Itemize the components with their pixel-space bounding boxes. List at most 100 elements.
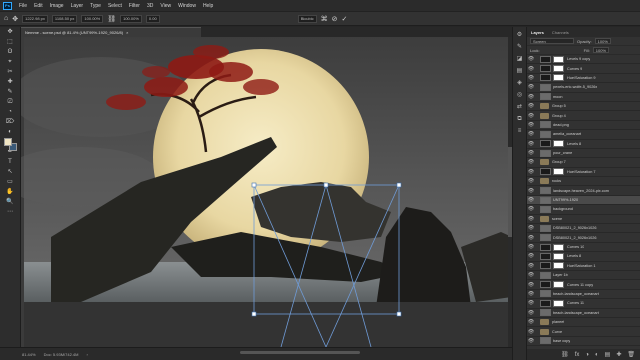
layer-mask-thumbnail[interactable] xyxy=(553,299,564,307)
layer-row[interactable]: 👁 amelia_oceanart xyxy=(527,130,640,140)
layer-mask-thumbnail[interactable] xyxy=(553,55,564,63)
visibility-eye-icon[interactable]: 👁 xyxy=(527,169,535,175)
type-tool-icon[interactable]: T xyxy=(5,158,16,167)
layer-row[interactable]: 👁 Curves 9 xyxy=(527,64,640,74)
menu-select[interactable]: Select xyxy=(108,3,122,9)
status-menu-arrow[interactable]: › xyxy=(86,352,87,357)
delete-layer-icon[interactable]: 🗑 xyxy=(627,351,635,358)
new-group-icon[interactable]: ▤ xyxy=(605,351,611,358)
layer-row[interactable]: 👁 moon xyxy=(527,93,640,102)
menu-edit[interactable]: Edit xyxy=(34,3,43,9)
stamp-tool-icon[interactable]: ⎚ xyxy=(5,98,16,107)
move-tool-icon[interactable]: ✥ xyxy=(5,28,16,37)
y-position-field[interactable]: 1108.50 px xyxy=(51,14,78,23)
layer-row[interactable]: 👁 background xyxy=(527,205,640,215)
brush-tool-icon[interactable]: ✎ xyxy=(5,88,16,97)
color-icon[interactable]: ◎ xyxy=(516,92,524,99)
close-tab-icon[interactable]: × xyxy=(126,30,128,35)
visibility-eye-icon[interactable]: 👁 xyxy=(527,263,535,269)
visibility-eye-icon[interactable]: 👁 xyxy=(527,282,535,288)
layer-row[interactable]: 👁 DSB80021_2_9026x1026 xyxy=(527,224,640,234)
paths-icon[interactable]: ⇄ xyxy=(516,104,524,111)
menu-type[interactable]: Type xyxy=(90,3,101,9)
layer-row[interactable]: 👁 UNT99%-1920 xyxy=(527,195,640,206)
visibility-eye-icon[interactable]: 👁 xyxy=(527,225,535,231)
visibility-eye-icon[interactable]: 👁 xyxy=(527,310,535,316)
warp-icon[interactable]: ⌘ xyxy=(321,15,328,23)
menu-window[interactable]: Window xyxy=(178,3,196,9)
visibility-eye-icon[interactable]: 👁 xyxy=(527,113,535,119)
commit-transform-icon[interactable]: ✓ xyxy=(341,15,347,23)
height-field[interactable]: 100.00% xyxy=(120,14,142,23)
visibility-eye-icon[interactable]: 👁 xyxy=(527,253,535,259)
add-mask-icon[interactable]: ◑ xyxy=(585,352,589,358)
visibility-eye-icon[interactable]: 👁 xyxy=(527,141,535,147)
layer-mask-thumbnail[interactable] xyxy=(553,243,564,251)
menu-file[interactable]: File xyxy=(19,3,27,9)
visibility-eye-icon[interactable]: 👁 xyxy=(527,56,535,62)
menu-layer[interactable]: Layer xyxy=(71,3,84,9)
layer-row[interactable]: 👁 Layer 1b xyxy=(527,271,640,281)
layer-row[interactable]: 👁 base copy xyxy=(527,337,640,347)
visibility-eye-icon[interactable]: 👁 xyxy=(527,66,535,72)
layer-row[interactable]: 👁 planeet xyxy=(527,318,640,328)
angle-field[interactable]: 0.00 xyxy=(145,14,160,23)
hand-tool-icon[interactable]: ✋ xyxy=(5,188,16,197)
visibility-eye-icon[interactable]: 👁 xyxy=(527,122,535,128)
home-icon[interactable]: ⌂ xyxy=(4,15,8,22)
layer-mask-thumbnail[interactable] xyxy=(553,281,564,289)
visibility-eye-icon[interactable]: 👁 xyxy=(527,150,535,156)
layer-row[interactable]: 👁 beach-landscape_oceanart xyxy=(527,290,640,300)
opacity-field[interactable]: 100% xyxy=(594,38,611,44)
layer-row[interactable]: 👁 Curves 10 xyxy=(527,243,640,253)
layer-row[interactable]: 👁 Group 7 xyxy=(527,158,640,168)
layer-style-icon[interactable]: fx xyxy=(575,352,580,358)
visibility-eye-icon[interactable]: 👁 xyxy=(527,197,535,203)
interpolation-select[interactable]: Bicubic xyxy=(297,14,317,23)
zoom-readout[interactable]: 81.44% xyxy=(22,352,36,357)
width-field[interactable]: 100.00% xyxy=(81,14,104,23)
brush-settings-icon[interactable]: ✎ xyxy=(516,44,524,51)
menu-filter[interactable]: Filter xyxy=(129,3,140,9)
layer-row[interactable]: 👁 beach-landscape_oceanart xyxy=(527,309,640,318)
visibility-eye-icon[interactable]: 👁 xyxy=(527,338,535,344)
visibility-eye-icon[interactable]: 👁 xyxy=(527,216,535,222)
photoshop-logo[interactable]: Ps xyxy=(3,1,12,10)
layer-row[interactable]: 👁 Levels 8 xyxy=(527,140,640,149)
properties-icon[interactable]: ⚙ xyxy=(516,32,524,39)
layer-row[interactable]: 👁 dead.png xyxy=(527,121,640,131)
layer-mask-thumbnail[interactable] xyxy=(553,252,564,260)
layer-mask-thumbnail[interactable] xyxy=(553,74,564,82)
menu-3d[interactable]: 3D xyxy=(147,3,153,9)
canvas-horizontal-scrollbar[interactable] xyxy=(240,351,360,354)
eyedropper-tool-icon[interactable]: ✚ xyxy=(5,78,16,87)
move-tool-icon[interactable]: ✥ xyxy=(12,15,18,23)
layer-mask-thumbnail[interactable] xyxy=(553,65,564,73)
quick-select-tool-icon[interactable]: ⌖ xyxy=(5,58,16,67)
blend-mode-select[interactable]: Screen xyxy=(530,38,574,44)
link-icon[interactable]: ⛓ xyxy=(107,15,116,23)
layer-row[interactable]: 👁 landscape-heaven_2024-pix.com xyxy=(527,186,640,196)
lasso-tool-icon[interactable]: ʘ xyxy=(5,48,16,57)
actions-icon[interactable]: ≡ xyxy=(516,128,524,135)
layer-row[interactable]: 👁 rocks xyxy=(527,177,640,187)
swatches-icon[interactable]: ◈ xyxy=(516,80,524,87)
layer-row[interactable]: 👁 Group 4 xyxy=(527,111,640,121)
layer-mask-thumbnail[interactable] xyxy=(553,262,564,270)
tab-layers[interactable]: Layers xyxy=(531,30,544,35)
visibility-eye-icon[interactable]: 👁 xyxy=(527,188,535,194)
visibility-eye-icon[interactable]: 👁 xyxy=(527,319,535,325)
zoom-tool-icon[interactable]: 🔍 xyxy=(5,198,16,207)
layer-row[interactable]: 👁 Group 5 xyxy=(527,102,640,112)
layer-row[interactable]: 👁 Hue/Saturation 1 xyxy=(527,262,640,271)
layer-mask-thumbnail[interactable] xyxy=(553,140,564,148)
gradient-tool-icon[interactable]: ◐ xyxy=(5,128,16,137)
menu-image[interactable]: Image xyxy=(50,3,64,9)
marquee-tool-icon[interactable]: ⬚ xyxy=(5,38,16,47)
menu-help[interactable]: Help xyxy=(203,3,213,9)
layer-row[interactable]: 👁 pour_crane xyxy=(527,149,640,159)
visibility-eye-icon[interactable]: 👁 xyxy=(527,300,535,306)
layer-row[interactable]: 👁 Levels 9 copy xyxy=(527,55,640,65)
visibility-eye-icon[interactable]: 👁 xyxy=(527,206,535,212)
fill-field[interactable]: 100% xyxy=(592,47,610,53)
